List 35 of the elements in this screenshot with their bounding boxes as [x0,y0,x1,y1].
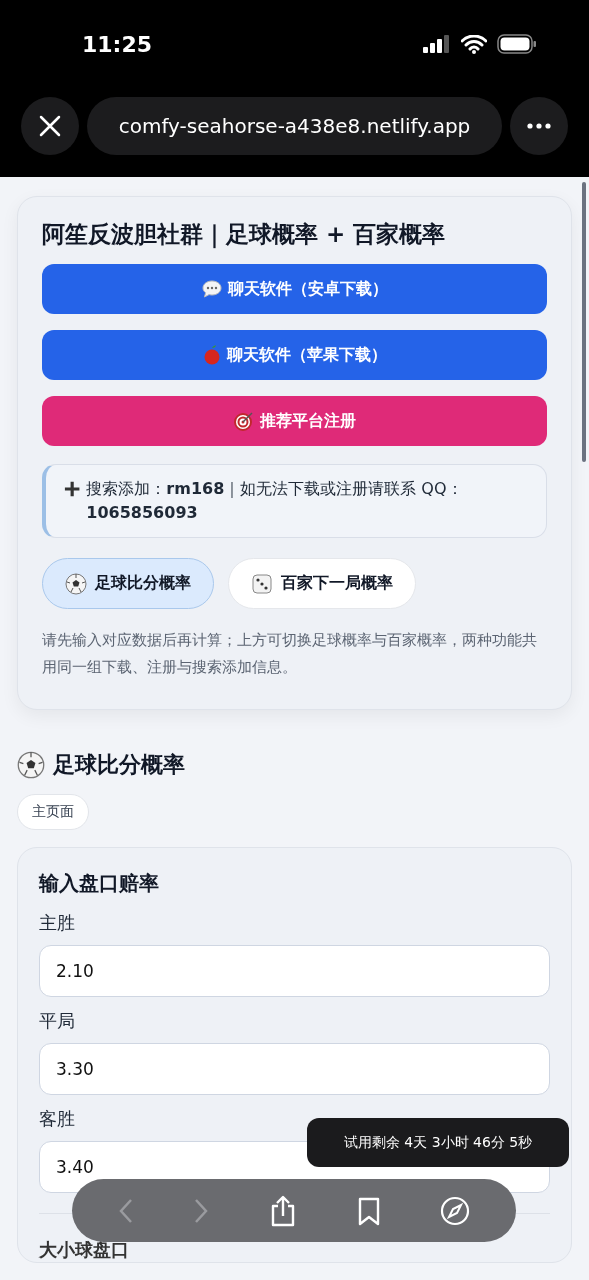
share-icon [269,1194,297,1227]
dice-icon [251,572,273,595]
mode-tab[interactable]: 足球比分概率 [42,558,214,609]
plus-icon [64,480,81,498]
download-button[interactable]: 聊天软件（安卓下载） [42,264,547,314]
soccer-ball-icon [17,751,45,779]
odds-input[interactable]: 3.30 [39,1043,550,1095]
field-label: 平局 [39,1009,76,1033]
download-button[interactable]: 推荐平台注册 [42,396,547,446]
more-icon [527,123,551,129]
compass-icon [440,1195,471,1226]
field-label: 主胜 [39,911,76,935]
odds-input[interactable]: 2.10 [39,945,550,997]
speech-bubble-icon [201,280,222,298]
page-title: 阿笙反波胆社群｜足球概率 + 百家概率 [42,220,447,250]
close-icon [38,114,62,138]
field-label: 客胜 [39,1107,76,1131]
hint-text: 请先输入对应数据后再计算；上方可切换足球概率与百家概率，两种功能共用同一组下载、注册与搜索添加信息。 [42,630,538,678]
wifi-icon [461,34,487,54]
battery-icon [497,34,537,54]
bookmark-icon [356,1195,381,1226]
card-title: 输入盘口赔率 [39,870,160,897]
url-field[interactable]: comfy-seahorse-a438e8.netlify.app [87,97,502,155]
section-heading: 大小球盘口 [39,1238,129,1262]
mode-tab[interactable]: 百家下一局概率 [228,558,416,609]
info-text: 搜索添加：rm168｜如无法下载或注册请联系 QQ：1065856093 [86,478,464,524]
target-icon [233,411,254,431]
status-time: 11:25 [82,31,153,57]
soccer-ball-icon [65,572,87,595]
trial-toast: 试用剩余 4天 3小时 46分 5秒 [307,1118,569,1167]
home-chip[interactable]: 主页面 [17,794,89,830]
signal-icon [423,35,451,53]
section-title: 足球比分概率 [53,751,185,779]
download-button[interactable]: 聊天软件（苹果下载） [42,330,547,380]
apple-icon [202,345,221,365]
